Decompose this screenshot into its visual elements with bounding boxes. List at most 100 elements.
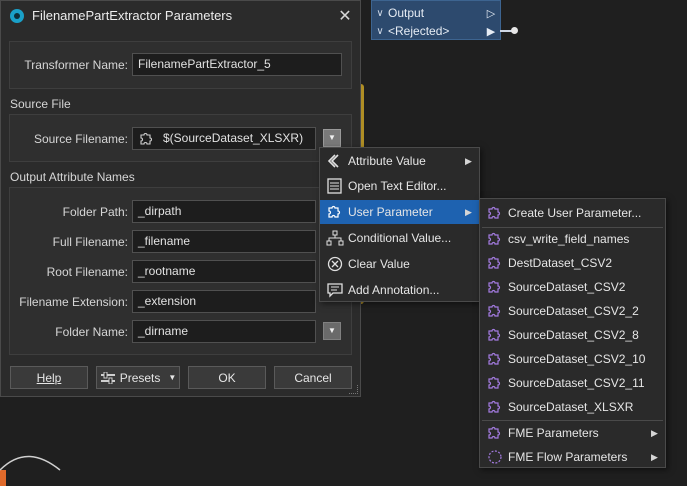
menu-item-label: SourceDataset_CSV2: [508, 280, 626, 294]
menu-item-user-parameter-entry[interactable]: SourceDataset_CSV2_11: [480, 371, 665, 395]
menu-item-open-text-editor[interactable]: Open Text Editor...: [320, 174, 479, 198]
menu-item-attribute-value[interactable]: Attribute Value ▶: [320, 149, 479, 173]
filename-extension-label: Filename Extension:: [19, 295, 128, 309]
clear-value-icon: [327, 256, 343, 272]
menu-item-user-parameter-entry[interactable]: SourceDataset_CSV2: [480, 275, 665, 299]
user-parameter-icon: [328, 205, 341, 218]
user-parameter-icon: [488, 232, 501, 245]
menu-item-label: FME Parameters: [508, 426, 599, 440]
ok-button-label: OK: [218, 370, 236, 385]
output-port[interactable]: ∨ Output ▷: [372, 4, 500, 22]
menu-item-label: SourceDataset_XLSXR: [508, 400, 634, 414]
menu-item-label: Create User Parameter...: [508, 206, 642, 220]
menu-item-label: SourceDataset_CSV2_10: [508, 352, 646, 366]
title-bar[interactable]: FilenamePartExtractor Parameters ✕: [1, 1, 360, 30]
menu-item-user-parameter[interactable]: User Parameter ▶: [320, 200, 479, 224]
menu-item-fme-flow-parameters[interactable]: FME Flow Parameters ▶: [480, 445, 665, 469]
transformer-name-group: Transformer Name: FilenamePartExtractor_…: [9, 41, 352, 89]
transformer-node[interactable]: ∨ Output ▷ ∨ <Rejected> ▶: [371, 0, 501, 40]
presets-icon: [100, 371, 115, 384]
text-editor-icon: [327, 178, 342, 194]
menu-item-conditional-value[interactable]: Conditional Value...: [320, 226, 479, 250]
chevron-down-icon: ∨: [376, 7, 384, 19]
menu-item-user-parameter-entry[interactable]: DestDataset_CSV2: [480, 251, 665, 275]
dialog-title: FilenamePartExtractor Parameters: [32, 8, 233, 23]
full-filename-label: Full Filename:: [52, 235, 128, 249]
chevron-down-icon: ▼: [168, 373, 177, 382]
menu-item-user-parameter-entry[interactable]: csv_write_field_names: [480, 227, 665, 251]
submenu-arrow-icon: ▶: [465, 206, 472, 217]
menu-item-user-parameter-entry[interactable]: SourceDataset_CSV2_2: [480, 299, 665, 323]
menu-item-label: Clear Value: [348, 257, 410, 271]
user-parameter-icon: [488, 304, 501, 317]
transformer-name-label: Transformer Name:: [24, 58, 128, 72]
menu-item-label: User Parameter: [348, 205, 433, 219]
menu-item-fme-parameters[interactable]: FME Parameters ▶: [480, 421, 665, 445]
source-filename-dropdown-button[interactable]: ▼: [323, 129, 341, 147]
help-button[interactable]: Help: [10, 366, 88, 389]
user-parameter-icon: [140, 133, 152, 145]
output-port-label: Output: [388, 6, 425, 20]
menu-item-clear-value[interactable]: Clear Value: [320, 252, 479, 276]
source-filename-value: $(SourceDataset_XLSXR): [163, 131, 304, 145]
cancel-button[interactable]: Cancel: [274, 366, 352, 389]
folder-name-row: Folder Name: _dirname ▼: [10, 320, 351, 344]
menu-item-user-parameter-entry[interactable]: SourceDataset_CSV2_10: [480, 347, 665, 371]
attribute-value-icon: [327, 154, 339, 168]
menu-item-label: SourceDataset_CSV2_2: [508, 304, 639, 318]
menu-item-create-user-parameter[interactable]: Create User Parameter...: [480, 201, 665, 225]
full-filename-row: Full Filename: _filename: [10, 230, 351, 254]
filename-extension-row: Filename Extension: _extension: [10, 290, 351, 314]
menu-item-label: csv_write_field_names: [508, 232, 630, 246]
folder-name-input[interactable]: _dirname: [132, 320, 316, 343]
resize-grip-icon[interactable]: [349, 385, 358, 394]
user-parameter-icon: [488, 376, 501, 389]
presets-button[interactable]: Presets ▼: [96, 366, 180, 389]
output-attributes-section-title: Output Attribute Names: [10, 170, 135, 184]
menu-item-label: Conditional Value...: [348, 231, 452, 245]
menu-item-label: DestDataset_CSV2: [508, 256, 613, 270]
user-parameter-icon: [488, 280, 501, 293]
port-arrow-icon: ▷: [486, 7, 496, 20]
root-filename-input[interactable]: _rootname: [132, 260, 316, 283]
source-file-section-title: Source File: [10, 97, 71, 111]
menu-item-label: Open Text Editor...: [348, 179, 447, 193]
parameters-dialog: FilenamePartExtractor Parameters ✕ Trans…: [0, 0, 361, 397]
user-parameter-submenu: Create User Parameter... csv_write_field…: [479, 198, 666, 468]
annotation-icon: [327, 283, 343, 298]
ok-button[interactable]: OK: [188, 366, 266, 389]
folder-path-row: Folder Path: _dirpath: [10, 200, 351, 224]
root-filename-label: Root Filename:: [46, 265, 128, 279]
folder-path-label: Folder Path:: [62, 205, 128, 219]
user-parameter-icon: [488, 352, 501, 365]
rejected-port-label: <Rejected>: [388, 24, 450, 38]
menu-item-user-parameter-entry[interactable]: SourceDataset_XLSXR: [480, 395, 665, 419]
menu-item-add-annotation[interactable]: Add Annotation...: [320, 278, 479, 302]
menu-item-label: SourceDataset_CSV2_8: [508, 328, 639, 342]
source-file-group: Source Filename: $(SourceDataset_XLSXR) …: [9, 114, 352, 162]
folder-name-dropdown-button[interactable]: ▼: [323, 322, 341, 340]
fme-app-icon: [10, 8, 24, 23]
menu-item-label: SourceDataset_CSV2_11: [508, 376, 645, 390]
filename-extension-input[interactable]: _extension: [132, 290, 316, 313]
full-filename-input[interactable]: _filename: [132, 230, 316, 253]
source-filename-label: Source Filename:: [33, 132, 128, 146]
folder-name-label: Folder Name:: [55, 325, 128, 339]
folder-path-input[interactable]: _dirpath: [132, 200, 316, 223]
connection-end-dot[interactable]: [511, 27, 518, 34]
root-filename-row: Root Filename: _rootname: [10, 260, 351, 284]
user-parameter-icon: [488, 400, 501, 413]
menu-item-label: FME Flow Parameters: [508, 450, 628, 464]
create-parameter-icon: [488, 206, 501, 219]
rejected-port[interactable]: ∨ <Rejected> ▶: [372, 22, 500, 40]
menu-item-user-parameter-entry[interactable]: SourceDataset_CSV2_8: [480, 323, 665, 347]
menu-item-label: Add Annotation...: [348, 283, 440, 297]
close-icon[interactable]: ✕: [330, 6, 360, 26]
conditional-value-icon: [326, 230, 344, 246]
submenu-arrow-icon: ▶: [465, 155, 472, 166]
output-attributes-group: Folder Path: _dirpath Full Filename: _fi…: [9, 187, 352, 355]
transformer-name-input[interactable]: FilenamePartExtractor_5: [132, 53, 342, 76]
source-filename-input[interactable]: $(SourceDataset_XLSXR): [132, 127, 316, 150]
value-context-menu: Attribute Value ▶ Open Text Editor... Us…: [319, 147, 480, 302]
user-parameter-icon: [488, 256, 501, 269]
